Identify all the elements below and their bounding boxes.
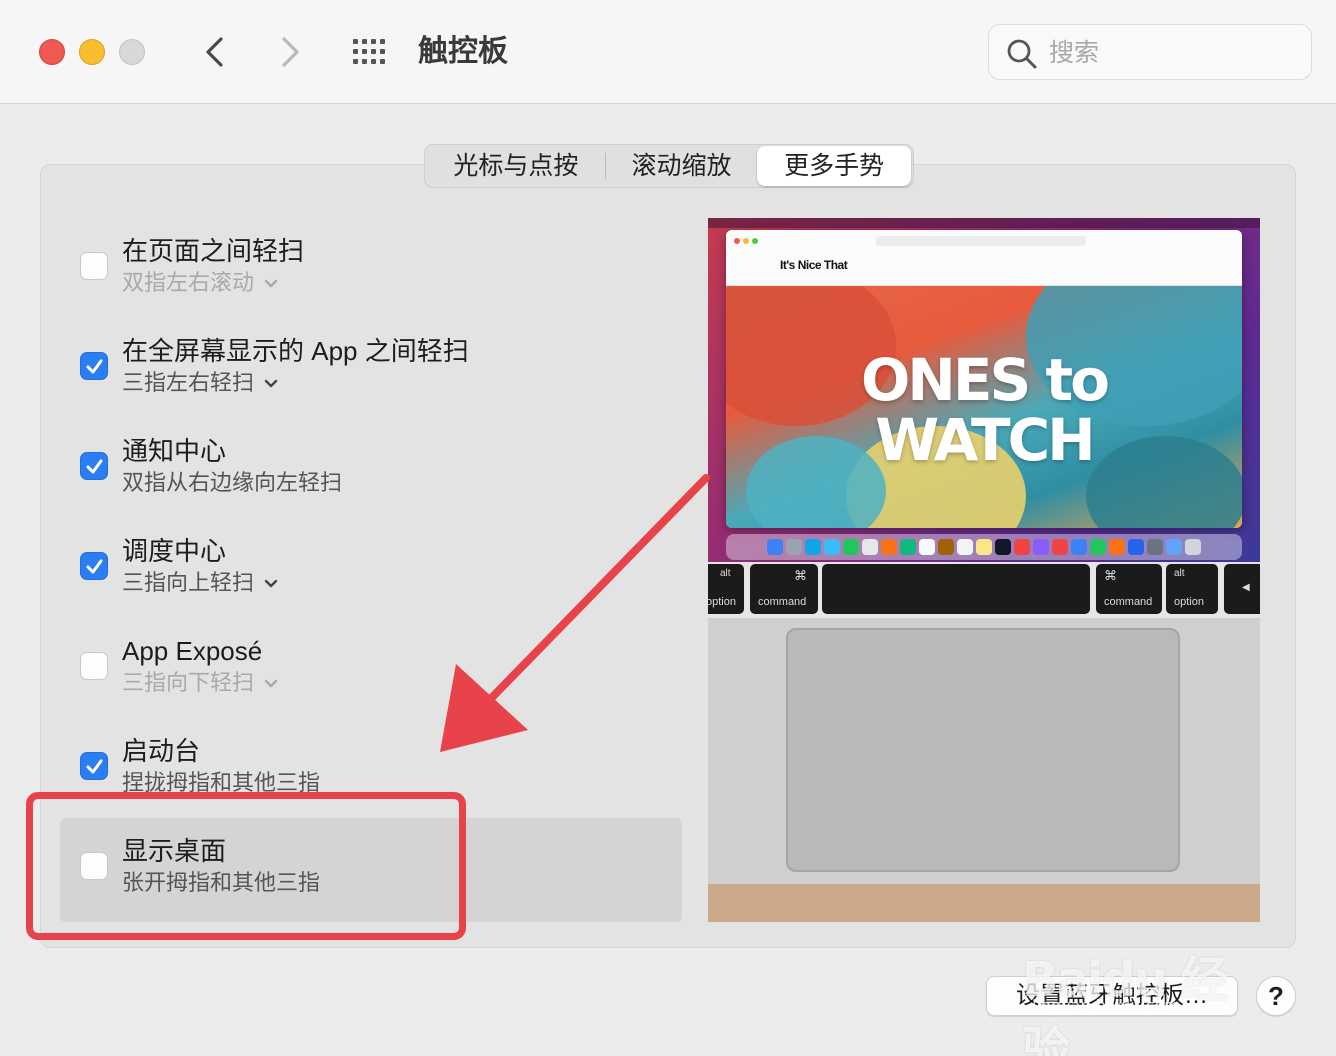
tab-more-gestures[interactable]: 更多手势 <box>757 146 912 186</box>
preview-hero-line-2: WATCH <box>875 406 1095 474</box>
window-title: 触控板 <box>418 35 508 68</box>
tab-scroll-and-zoom[interactable]: 滚动缩放 <box>606 146 758 186</box>
preview-dock <box>726 534 1242 560</box>
setup-bluetooth-trackpad-button[interactable]: 设置蓝牙触控板… <box>986 976 1238 1016</box>
option-mission-control: 调度中心 三指向上轻扫 <box>76 534 676 614</box>
search-field[interactable] <box>988 24 1312 80</box>
checkbox-app-expose[interactable] <box>80 652 108 680</box>
preview-browser-toolbar: It's Nice That <box>726 230 1242 286</box>
preview-key-space <box>822 564 1090 614</box>
checkbox-swipe-between-fullscreen-apps[interactable] <box>80 352 108 380</box>
close-window-button[interactable] <box>39 39 65 65</box>
option-title: App Exposé <box>122 636 263 666</box>
preview-site-name: It's Nice That <box>780 258 848 272</box>
gesture-menu[interactable]: 三指左右轻扫 <box>118 368 280 398</box>
gesture-description-text: 双指从右边缘向左轻扫 <box>122 470 343 495</box>
tab-point-and-click[interactable]: 光标与点按 <box>427 146 605 186</box>
minimize-window-button[interactable] <box>79 39 105 65</box>
preview-trackpad <box>786 628 1180 872</box>
preview-desk <box>708 884 1260 922</box>
zoom-window-button[interactable] <box>119 39 145 65</box>
preview-key-command-left: ⌘ command <box>750 564 818 614</box>
show-all-button[interactable] <box>350 36 390 68</box>
gesture-menu-value: 三指向上轻扫 <box>122 570 255 595</box>
option-title: 在页面之间轻扫 <box>122 236 305 266</box>
preview-hero-text: ONES to WATCH <box>726 350 1242 470</box>
chevron-left-icon <box>206 37 223 67</box>
preview-safari-window: It's Nice That ONES to WATCH <box>726 230 1242 528</box>
search-input[interactable] <box>1049 33 1299 73</box>
checkbox-swipe-between-pages[interactable] <box>80 252 108 280</box>
option-title: 启动台 <box>122 736 201 766</box>
option-notification-center: 通知中心 双指从右边缘向左轻扫 <box>76 434 676 514</box>
checkbox-notification-center[interactable] <box>80 452 108 480</box>
annotation-highlight-box <box>26 792 466 940</box>
checkbox-launchpad[interactable] <box>80 752 108 780</box>
gesture-menu-value: 三指左右轻扫 <box>122 370 255 395</box>
help-button[interactable]: ? <box>1256 976 1296 1016</box>
chevron-down-icon <box>264 679 278 688</box>
forward-button[interactable] <box>270 30 310 74</box>
checkmark-icon <box>86 559 103 574</box>
option-swipe-between-fullscreen-apps: 在全屏幕显示的 App 之间轻扫 三指左右轻扫 <box>76 334 676 414</box>
chevron-down-icon <box>264 579 278 588</box>
preview-key-command-right: ⌘ command <box>1096 564 1162 614</box>
preview-key-alt-left: alt option <box>708 564 744 614</box>
checkmark-icon <box>86 459 103 474</box>
checkmark-icon <box>86 759 103 774</box>
chevron-down-icon <box>264 379 278 388</box>
preview-key-alt-right: alt option <box>1166 564 1218 614</box>
preview-address-bar <box>876 236 1086 246</box>
gesture-menu-value: 三指向下轻扫 <box>122 670 255 695</box>
search-icon <box>1007 39 1037 69</box>
gesture-menu[interactable]: 双指左右滚动 <box>118 268 280 298</box>
preview-keyboard: alt option ⌘ command ⌘ command alt optio… <box>708 562 1260 618</box>
gesture-menu[interactable]: 三指向下轻扫 <box>118 668 280 698</box>
chevron-down-icon <box>264 279 278 288</box>
preview-key-arrow-left: ◀ <box>1224 564 1260 614</box>
preview-menu-bar <box>708 218 1260 228</box>
option-swipe-between-pages: 在页面之间轻扫 双指左右滚动 <box>76 234 676 314</box>
gesture-description: 双指从右边缘向左轻扫 <box>118 468 342 498</box>
gesture-menu-value: 双指左右滚动 <box>122 270 255 295</box>
preview-hero-line-1: ONES to <box>860 346 1110 414</box>
chevron-right-icon <box>282 37 299 67</box>
grid-icon <box>353 39 385 64</box>
option-title: 通知中心 <box>122 436 227 466</box>
preview-laptop-body <box>708 618 1260 922</box>
preview-hero-artwork: ONES to WATCH <box>726 286 1242 528</box>
preview-screen: It's Nice That ONES to WATCH <box>708 218 1260 562</box>
back-button[interactable] <box>196 30 236 74</box>
option-title: 在全屏幕显示的 App 之间轻扫 <box>122 336 469 366</box>
tab-bar: 光标与点按 滚动缩放 更多手势 <box>424 144 914 188</box>
checkbox-mission-control[interactable] <box>80 552 108 580</box>
gesture-preview: It's Nice That ONES to WATCH alt option <box>708 218 1260 922</box>
gesture-menu[interactable]: 三指向上轻扫 <box>118 568 280 598</box>
title-bar: 触控板 <box>0 0 1336 104</box>
option-app-expose: App Exposé 三指向下轻扫 <box>76 634 676 714</box>
checkmark-icon <box>86 359 103 374</box>
option-title: 调度中心 <box>122 536 227 566</box>
